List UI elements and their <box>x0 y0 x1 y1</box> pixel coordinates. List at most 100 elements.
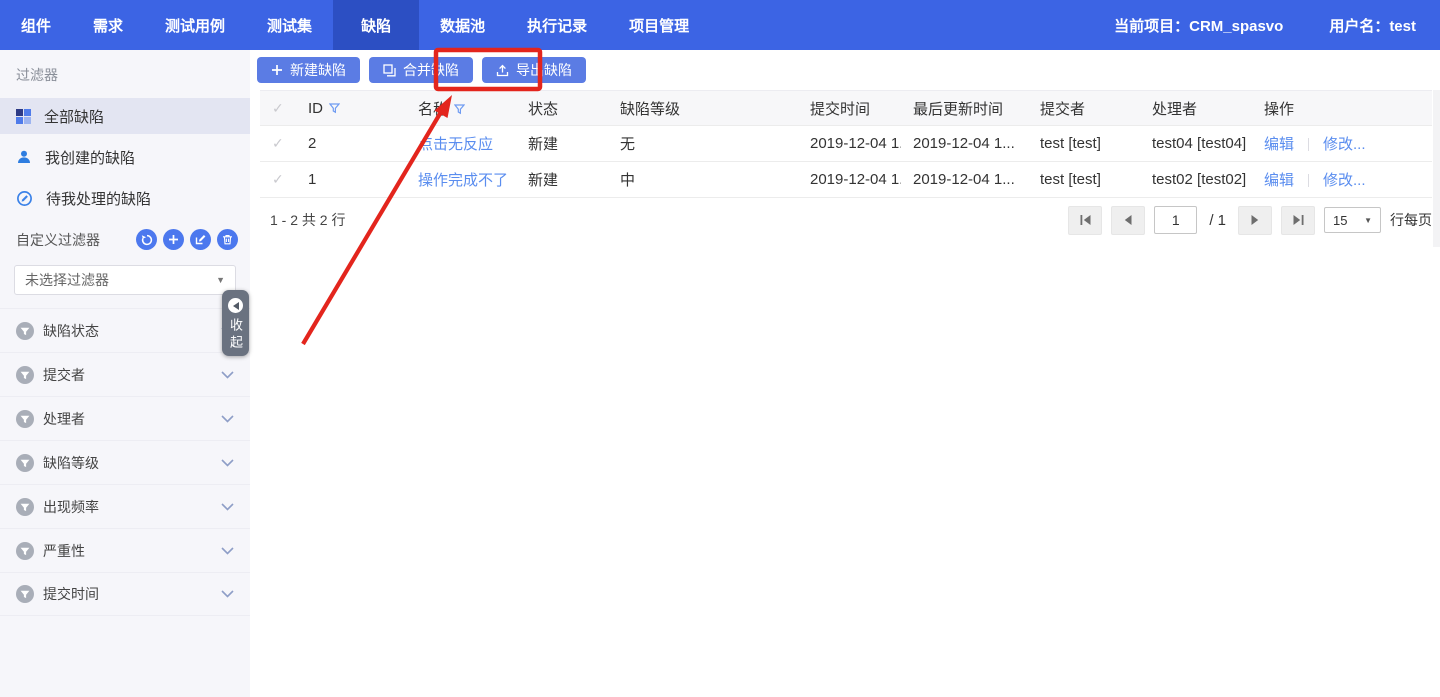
cell-submitter: test [test] <box>1028 162 1140 198</box>
table-header-row: ✓ ID 名称 状态 缺陷等级 提交时间 最后更新时间 提交者 处理者 操作 <box>260 91 1432 126</box>
filter-row-handler[interactable]: 处理者 <box>0 396 250 440</box>
plus-icon <box>271 64 283 76</box>
chevron-down-icon <box>221 459 234 467</box>
row-checkbox[interactable]: ✓ <box>260 126 296 162</box>
refresh-filter-button[interactable] <box>136 229 157 250</box>
vertical-scrollbar[interactable] <box>1433 90 1440 247</box>
filter-sidebar: 过滤器 全部缺陷 我创建的缺陷 待我处理的缺陷 自定义过滤器 <box>0 50 250 697</box>
column-header-last-update-time[interactable]: 最后更新时间 <box>901 91 1028 126</box>
nav-item-components[interactable]: 组件 <box>0 0 72 50</box>
page-size-value: 15 <box>1333 213 1347 228</box>
funnel-icon <box>16 454 34 472</box>
cell-submitter: test [test] <box>1028 126 1140 162</box>
cell-handler: test04 [test04] <box>1140 126 1252 162</box>
defect-name-link[interactable]: 操作完成不了 <box>418 172 508 189</box>
merge-defects-button[interactable]: 合并缺陷 <box>369 57 473 83</box>
sidebar-item-all-defects[interactable]: 全部缺陷 <box>0 98 250 134</box>
nav-item-test-cases[interactable]: 测试用例 <box>144 0 246 50</box>
page-size-select[interactable]: 15 ▼ <box>1324 207 1381 233</box>
row-checkbox[interactable]: ✓ <box>260 162 296 198</box>
user-icon <box>16 149 32 165</box>
top-nav: 组件 需求 测试用例 测试集 缺陷 数据池 执行记录 项目管理 当前项目：CRM… <box>0 0 1440 50</box>
cell-defect-level: 无 <box>608 126 798 162</box>
sidebar-item-defects-pending-me[interactable]: 待我处理的缺陷 <box>0 180 250 216</box>
cell-defect-level: 中 <box>608 162 798 198</box>
column-header-submit-time[interactable]: 提交时间 <box>798 91 901 126</box>
previous-page-icon <box>1123 214 1133 226</box>
funnel-icon <box>16 585 34 603</box>
custom-filter-label: 自定义过滤器 <box>16 230 100 250</box>
modify-link[interactable]: 修改... <box>1323 172 1366 189</box>
merge-defects-label: 合并缺陷 <box>403 60 459 80</box>
collapse-label: 收起 <box>229 318 242 352</box>
page-total-label: / 1 <box>1209 212 1226 229</box>
add-filter-button[interactable] <box>163 229 184 250</box>
column-header-name[interactable]: 名称 <box>406 91 516 126</box>
nav-item-defects[interactable]: 缺陷 <box>333 0 419 50</box>
custom-filter-select-value: 未选择过滤器 <box>25 270 109 290</box>
sidebar-collapse-tab[interactable]: 收起 <box>222 290 249 356</box>
cell-status: 新建 <box>516 162 608 198</box>
modify-link[interactable]: 修改... <box>1323 136 1366 153</box>
nav-item-execution-records[interactable]: 执行记录 <box>506 0 608 50</box>
filter-row-severity[interactable]: 严重性 <box>0 528 250 572</box>
new-defect-button[interactable]: 新建缺陷 <box>257 57 360 83</box>
previous-page-button[interactable] <box>1111 206 1145 235</box>
custom-filter-select[interactable]: 未选择过滤器 ▼ <box>14 265 236 295</box>
caret-down-icon: ▼ <box>1364 216 1372 225</box>
divider <box>1308 174 1309 187</box>
filter-row-defect-status[interactable]: 缺陷状态 <box>0 308 250 352</box>
filter-label: 出现频率 <box>43 497 99 517</box>
sort-icon[interactable] <box>329 103 340 114</box>
sidebar-item-my-created-defects[interactable]: 我创建的缺陷 <box>0 139 250 175</box>
filter-row-submitter[interactable]: 提交者 <box>0 352 250 396</box>
edit-link[interactable]: 编辑 <box>1264 136 1294 153</box>
last-page-button[interactable] <box>1281 206 1315 235</box>
nav-item-requirements[interactable]: 需求 <box>72 0 144 50</box>
sidebar-title: 过滤器 <box>0 50 250 98</box>
column-header-handler[interactable]: 处理者 <box>1140 91 1252 126</box>
filter-row-submit-time[interactable]: 提交时间 <box>0 572 250 616</box>
sort-icon[interactable] <box>454 104 465 115</box>
table-row[interactable]: ✓ 1 操作完成不了 新建 中 2019-12-04 1... 2019-12-… <box>260 162 1432 198</box>
next-page-icon <box>1250 214 1260 226</box>
nav-item-test-sets[interactable]: 测试集 <box>246 0 333 50</box>
chevron-down-icon <box>221 415 234 423</box>
column-header-id[interactable]: ID <box>296 91 406 126</box>
check-icon: ✓ <box>272 135 284 151</box>
cell-submit-time: 2019-12-04 1... <box>798 126 901 162</box>
sidebar-item-label: 我创建的缺陷 <box>45 147 135 168</box>
column-header-defect-level[interactable]: 缺陷等级 <box>608 91 798 126</box>
column-header-submitter[interactable]: 提交者 <box>1028 91 1140 126</box>
new-defect-label: 新建缺陷 <box>290 60 346 80</box>
column-header-actions: 操作 <box>1252 91 1432 126</box>
filter-row-occurrence-frequency[interactable]: 出现频率 <box>0 484 250 528</box>
edit-link[interactable]: 编辑 <box>1264 172 1294 189</box>
filter-label: 提交者 <box>43 365 85 385</box>
next-page-button[interactable] <box>1238 206 1272 235</box>
column-header-status[interactable]: 状态 <box>516 91 608 126</box>
filter-label: 缺陷等级 <box>43 453 99 473</box>
nav-item-data-pool[interactable]: 数据池 <box>419 0 506 50</box>
delete-filter-button[interactable] <box>217 229 238 250</box>
cell-id: 2 <box>296 126 406 162</box>
page-number-input[interactable] <box>1154 206 1197 234</box>
funnel-icon <box>16 322 34 340</box>
cell-handler: test02 [test02] <box>1140 162 1252 198</box>
caret-down-icon: ▼ <box>216 275 225 285</box>
edit-filter-button[interactable] <box>190 229 211 250</box>
filter-label: 严重性 <box>43 541 85 561</box>
table-row[interactable]: ✓ 2 点击无反应 新建 无 2019-12-04 1... 2019-12-0… <box>260 126 1432 162</box>
cell-last-update-time: 2019-12-04 1... <box>901 162 1028 198</box>
filter-row-defect-level[interactable]: 缺陷等级 <box>0 440 250 484</box>
current-project-label: 当前项目：CRM_spasvo <box>1114 15 1283 36</box>
nav-item-project-management[interactable]: 项目管理 <box>608 0 710 50</box>
username-label: 用户名：test <box>1329 15 1416 36</box>
export-defects-button[interactable]: 导出缺陷 <box>482 57 586 83</box>
select-all-checkbox[interactable]: ✓ <box>260 91 296 126</box>
defect-name-link[interactable]: 点击无反应 <box>418 136 493 153</box>
cell-id: 1 <box>296 162 406 198</box>
first-page-button[interactable] <box>1068 206 1102 235</box>
cell-status: 新建 <box>516 126 608 162</box>
rows-per-page-label: 行每页 <box>1390 210 1432 230</box>
